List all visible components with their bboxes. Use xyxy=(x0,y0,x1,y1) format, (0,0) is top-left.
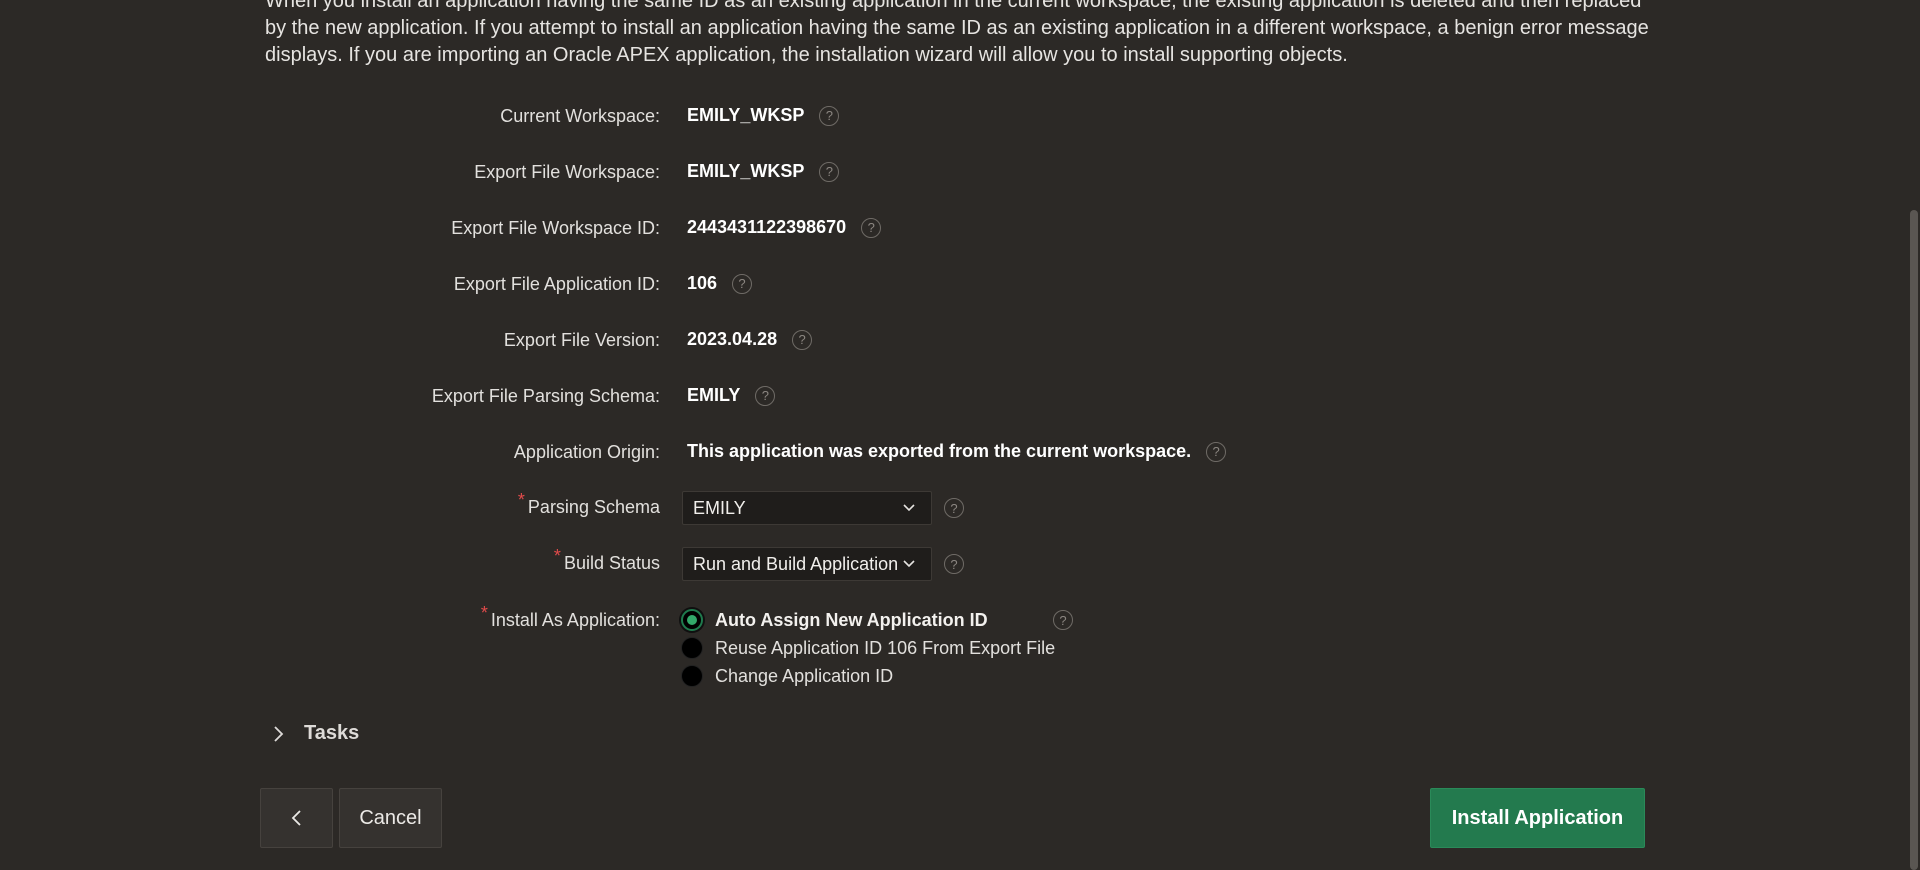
application-origin-row: Application Origin: This application was… xyxy=(0,432,1920,472)
current-workspace-text: EMILY_WKSP xyxy=(687,105,805,125)
parsing-schema-label: * Parsing Schema xyxy=(518,490,660,518)
cancel-button[interactable]: Cancel xyxy=(339,788,442,848)
radio-button-checked[interactable] xyxy=(681,609,703,631)
export-file-workspace-id-row: Export File Workspace ID: 24434311223986… xyxy=(0,208,1920,248)
intro-paragraph: When you install an application having t… xyxy=(265,0,1649,66)
help-icon[interactable]: ? xyxy=(861,217,882,238)
radio-auto-assign[interactable]: Auto Assign New Application ID xyxy=(681,606,1055,634)
build-status-row: * Build Status Run and Build Application … xyxy=(0,546,1920,587)
application-origin-text: This application was exported from the c… xyxy=(687,441,1192,461)
application-origin-label: Application Origin: xyxy=(513,442,660,462)
export-file-workspace-id-text: 2443431122398670 xyxy=(687,217,847,237)
help-icon[interactable]: ? xyxy=(1053,610,1073,630)
export-file-application-id-value: 106 ? xyxy=(687,273,753,294)
export-file-version-label: Export File Version: xyxy=(503,330,660,350)
chevron-down-icon xyxy=(903,560,915,568)
help-icon[interactable]: ? xyxy=(944,554,964,574)
export-file-workspace-id-label: Export File Workspace ID: xyxy=(451,218,660,238)
build-status-label: * Build Status xyxy=(554,546,660,574)
install-as-radio-group: Auto Assign New Application ID Reuse App… xyxy=(681,606,1055,690)
parsing-schema-selected-value: EMILY xyxy=(693,497,746,518)
current-workspace-row: Current Workspace: EMILY_WKSP ? xyxy=(0,96,1920,136)
radio-reuse-id[interactable]: Reuse Application ID 106 From Export Fil… xyxy=(681,634,1055,662)
install-as-label-text: Install As Application: xyxy=(490,610,660,630)
back-button[interactable] xyxy=(260,788,333,848)
install-application-page: When you install an application having t… xyxy=(0,0,1920,870)
help-icon[interactable]: ? xyxy=(1206,441,1227,462)
chevron-down-icon xyxy=(903,504,915,512)
parsing-schema-select[interactable]: EMILY xyxy=(682,491,932,525)
export-file-application-id-row: Export File Application ID: 106 ? xyxy=(0,264,1920,304)
required-marker: * xyxy=(480,603,488,623)
export-file-workspace-label: Export File Workspace: xyxy=(474,162,660,182)
tasks-collapsible[interactable]: Tasks xyxy=(272,722,359,745)
export-file-application-id-label: Export File Application ID: xyxy=(453,274,660,294)
radio-change-id-label: Change Application ID xyxy=(715,665,894,686)
application-origin-value: This application was exported from the c… xyxy=(687,441,1227,462)
export-file-version-text: 2023.04.28 xyxy=(687,329,778,349)
radio-button[interactable] xyxy=(681,637,703,659)
required-marker: * xyxy=(517,490,525,510)
help-icon[interactable]: ? xyxy=(732,273,753,294)
current-workspace-label: Current Workspace: xyxy=(500,106,660,126)
radio-reuse-id-label: Reuse Application ID 106 From Export Fil… xyxy=(715,637,1056,658)
required-marker: * xyxy=(553,546,561,566)
export-file-workspace-text: EMILY_WKSP xyxy=(687,161,805,181)
radio-auto-assign-label: Auto Assign New Application ID xyxy=(715,609,988,630)
export-file-workspace-row: Export File Workspace: EMILY_WKSP ? xyxy=(0,152,1920,192)
parsing-schema-label-text: Parsing Schema xyxy=(527,497,660,517)
export-file-parsing-schema-label: Export File Parsing Schema: xyxy=(431,386,660,406)
export-file-version-row: Export File Version: 2023.04.28 ? xyxy=(0,320,1920,360)
parsing-schema-row: * Parsing Schema EMILY ? xyxy=(0,490,1920,531)
tasks-label: Tasks xyxy=(304,722,360,744)
install-as-label: * Install As Application: xyxy=(481,603,660,631)
export-file-version-value: 2023.04.28 ? xyxy=(687,329,813,350)
export-file-parsing-schema-value: EMILY ? xyxy=(687,385,776,406)
export-file-application-id-text: 106 xyxy=(687,273,718,293)
build-status-select[interactable]: Run and Build Application xyxy=(682,547,932,581)
vertical-scrollbar[interactable] xyxy=(1907,0,1920,870)
current-workspace-value: EMILY_WKSP ? xyxy=(687,105,840,126)
install-application-button[interactable]: Install Application xyxy=(1430,788,1645,848)
build-status-selected-value: Run and Build Application xyxy=(693,553,899,574)
export-file-workspace-id-value: 2443431122398670 ? xyxy=(687,217,882,238)
help-icon[interactable]: ? xyxy=(792,329,813,350)
chevron-right-icon xyxy=(274,725,284,742)
radio-button[interactable] xyxy=(681,665,703,687)
help-icon[interactable]: ? xyxy=(819,161,840,182)
help-icon[interactable]: ? xyxy=(944,498,964,518)
export-file-parsing-schema-text: EMILY xyxy=(687,385,741,405)
build-status-label-text: Build Status xyxy=(563,553,660,573)
chevron-left-icon xyxy=(291,810,301,826)
export-file-parsing-schema-row: Export File Parsing Schema: EMILY ? xyxy=(0,376,1920,416)
help-icon[interactable]: ? xyxy=(819,105,840,126)
radio-change-id[interactable]: Change Application ID xyxy=(681,662,1055,690)
export-file-workspace-value: EMILY_WKSP ? xyxy=(687,161,840,182)
scrollbar-thumb[interactable] xyxy=(1910,210,1918,870)
help-icon[interactable]: ? xyxy=(755,385,776,406)
